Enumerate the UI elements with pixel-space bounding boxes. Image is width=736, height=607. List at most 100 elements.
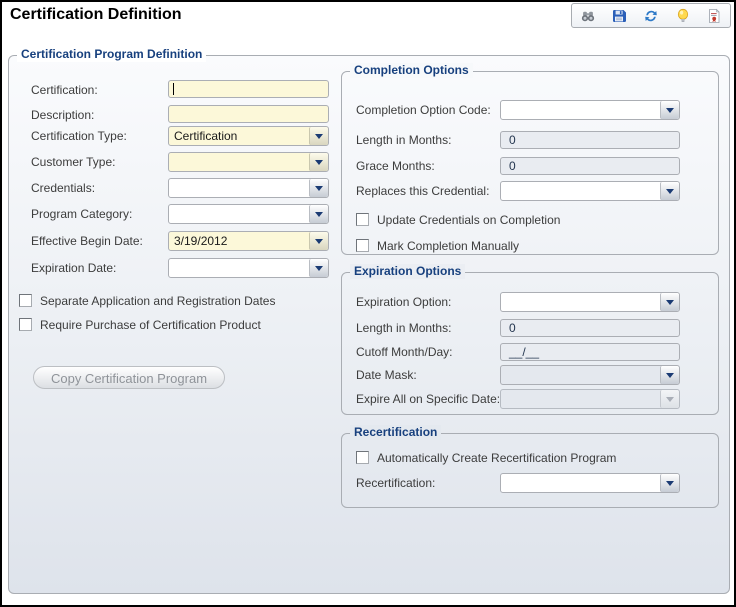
chevron-down-icon [315, 133, 323, 139]
dropdown-button[interactable] [660, 366, 679, 384]
dropdown-button[interactable] [309, 205, 328, 223]
certification-definition-window: Certification Definition Certification P… [0, 0, 736, 607]
credentials-dropdown[interactable] [168, 178, 329, 198]
expiration-length-field: 0 [500, 319, 680, 337]
customer-type-dropdown[interactable] [168, 152, 329, 172]
chevron-down-icon [666, 372, 674, 378]
cutoff-month-day-field: __/__ [500, 343, 680, 361]
report-button[interactable] [705, 7, 723, 25]
completion-length-label: Length in Months: [356, 133, 452, 147]
dropdown-button[interactable] [309, 153, 328, 171]
effective-begin-date-label: Effective Begin Date: [31, 234, 143, 248]
completion-options-title: Completion Options [350, 63, 473, 78]
dropdown-button[interactable] [660, 182, 679, 200]
customer-type-label: Customer Type: [31, 155, 116, 169]
certification-label: Certification: [31, 83, 98, 97]
auto-create-recertification-checkbox[interactable] [356, 451, 369, 464]
expire-all-on-date-dropdown [500, 389, 680, 409]
credentials-value [169, 179, 309, 197]
description-input[interactable] [168, 105, 329, 123]
lightbulb-icon [677, 8, 688, 22]
tip-button[interactable] [674, 7, 692, 25]
separate-dates-checkbox-label: Separate Application and Registration Da… [40, 294, 276, 308]
mark-completion-checkbox[interactable] [356, 239, 369, 252]
binoculars-icon [581, 11, 594, 21]
chevron-down-icon [666, 299, 674, 305]
update-credentials-checkbox[interactable] [356, 213, 369, 226]
customer-type-value [169, 153, 309, 171]
dropdown-button-disabled [660, 390, 679, 408]
completion-option-code-value [501, 101, 660, 119]
refresh-button[interactable] [642, 7, 660, 25]
require-purchase-checkbox[interactable] [19, 318, 32, 331]
chevron-down-icon [315, 159, 323, 165]
separate-dates-checkbox[interactable] [19, 294, 32, 307]
dropdown-button[interactable] [309, 179, 328, 197]
program-category-value [169, 205, 309, 223]
certification-program-definition-group: Certification Program Definition Certifi… [8, 47, 730, 594]
recertification-value [501, 474, 660, 492]
chevron-down-icon [666, 188, 674, 194]
expire-all-on-date-value [501, 390, 660, 408]
require-purchase-checkbox-label: Require Purchase of Certification Produc… [40, 318, 261, 332]
chevron-down-icon [315, 238, 323, 244]
copy-certification-program-button[interactable]: Copy Certification Program [33, 366, 225, 389]
save-icon [613, 9, 627, 22]
effective-begin-date-dropdown[interactable]: 3/19/2012 [168, 231, 329, 251]
save-button[interactable] [610, 7, 628, 25]
replaces-credential-value [501, 182, 660, 200]
mark-completion-checkbox-label: Mark Completion Manually [377, 239, 520, 253]
certification-type-label: Certification Type: [31, 129, 127, 143]
expiration-options-title: Expiration Options [350, 264, 466, 279]
expiration-date-label: Expiration Date: [31, 261, 117, 275]
dropdown-button[interactable] [660, 293, 679, 311]
toolbar [571, 3, 731, 28]
text-cursor [173, 83, 174, 95]
certification-input[interactable] [168, 80, 329, 98]
expire-all-on-date-label: Expire All on Specific Date: [356, 392, 501, 406]
recertification-dropdown[interactable] [500, 473, 680, 493]
update-credentials-checkbox-label: Update Credentials on Completion [377, 213, 561, 227]
recertification-group: Recertification Automatically Create Rec… [341, 425, 719, 508]
certification-type-dropdown[interactable]: Certification [168, 126, 329, 146]
date-mask-value [501, 366, 660, 384]
chevron-down-icon [666, 396, 674, 402]
completion-length-field: 0 [500, 131, 680, 149]
completion-option-code-label: Completion Option Code: [356, 103, 491, 117]
date-mask-label: Date Mask: [356, 368, 417, 382]
completion-option-code-dropdown[interactable] [500, 100, 680, 120]
credentials-label: Credentials: [31, 181, 96, 195]
auto-create-recertification-checkbox-label: Automatically Create Recertification Pro… [377, 451, 617, 465]
dropdown-button[interactable] [309, 259, 328, 277]
expiration-option-label: Expiration Option: [356, 295, 452, 309]
dropdown-button[interactable] [660, 101, 679, 119]
chevron-down-icon [315, 265, 323, 271]
replaces-credential-dropdown[interactable] [500, 181, 680, 201]
expiration-options-group: Expiration Options Expiration Option: Le… [341, 264, 719, 415]
expiration-length-label: Length in Months: [356, 321, 452, 335]
certification-type-value: Certification [174, 129, 238, 143]
expiration-date-value [169, 259, 309, 277]
chevron-down-icon [315, 211, 323, 217]
replaces-credential-label: Replaces this Credential: [356, 184, 490, 198]
dropdown-button[interactable] [309, 232, 328, 250]
group-title: Certification Program Definition [17, 47, 207, 62]
expiration-option-dropdown[interactable] [500, 292, 680, 312]
date-mask-dropdown[interactable] [500, 365, 680, 385]
program-category-dropdown[interactable] [168, 204, 329, 224]
chevron-down-icon [315, 185, 323, 191]
chevron-down-icon [666, 107, 674, 113]
chevron-down-icon [666, 480, 674, 486]
dropdown-button[interactable] [660, 474, 679, 492]
dropdown-button[interactable] [309, 127, 328, 145]
recertification-label: Recertification: [356, 476, 436, 490]
expiration-date-dropdown[interactable] [168, 258, 329, 278]
effective-begin-date-value: 3/19/2012 [174, 234, 228, 248]
recertification-title: Recertification [350, 425, 442, 440]
find-button[interactable] [579, 7, 597, 25]
program-category-label: Program Category: [31, 207, 133, 221]
refresh-icon [645, 10, 657, 21]
completion-options-group: Completion Options Completion Option Cod… [341, 63, 719, 255]
grace-months-field: 0 [500, 157, 680, 175]
cutoff-month-day-label: Cutoff Month/Day: [356, 345, 453, 359]
